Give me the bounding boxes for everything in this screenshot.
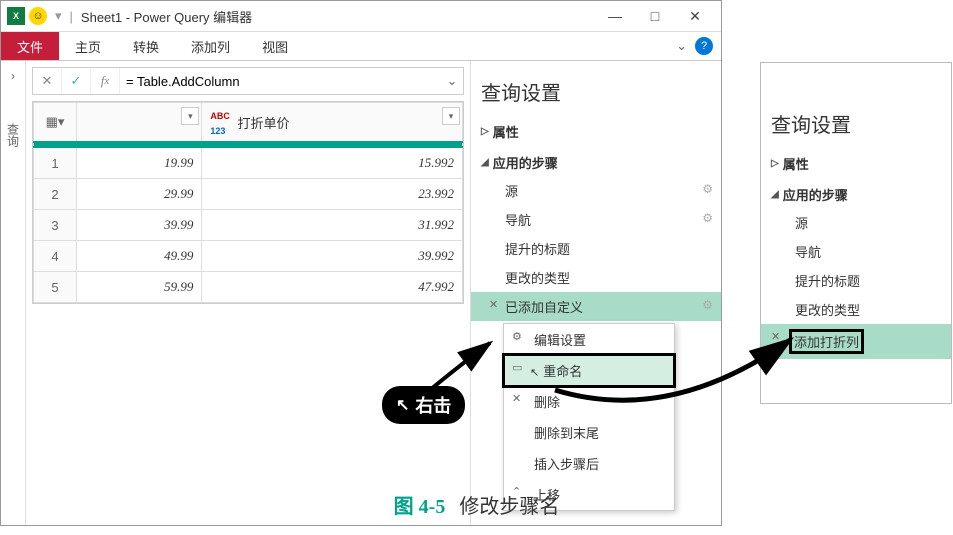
gear-icon: ⚙ bbox=[512, 330, 522, 343]
ribbon-tabs: 文件 主页 转换 添加列 视图 ⌄ ? bbox=[1, 32, 721, 61]
tab-file[interactable]: 文件 bbox=[1, 32, 59, 60]
properties-section[interactable]: ▷属性 bbox=[761, 150, 951, 177]
power-query-window: X ☺ ▾ | Sheet1 - Power Query 编辑器 ― □ ✕ 文… bbox=[0, 0, 722, 526]
table-corner[interactable]: ▦▾ bbox=[34, 103, 77, 143]
excel-icon: X bbox=[7, 7, 25, 25]
step-item[interactable]: 更改的类型 bbox=[471, 263, 721, 292]
queries-label: 查询 bbox=[5, 123, 22, 147]
queries-pane-collapsed[interactable]: › 查询 bbox=[1, 61, 26, 525]
triangle-right-icon: ▷ bbox=[481, 126, 489, 137]
figure-caption: 图 4-5修改步骤名 bbox=[0, 490, 953, 519]
tab-view[interactable]: 视图 bbox=[246, 32, 304, 60]
column-name: 打折单价 bbox=[238, 113, 290, 132]
window-title: Sheet1 - Power Query 编辑器 bbox=[81, 7, 595, 26]
ctx-edit-settings[interactable]: ⚙编辑设置 bbox=[504, 324, 674, 355]
tab-transform[interactable]: 转换 bbox=[117, 32, 175, 60]
data-grid[interactable]: ▦▾ ▾ ABC123 打折单价 ▾ 119.9915.992 bbox=[32, 101, 464, 304]
properties-section[interactable]: ▷属性 bbox=[471, 118, 721, 145]
ctx-rename[interactable]: ▭↖重命名 bbox=[504, 355, 674, 386]
triangle-down-icon: ◢ bbox=[771, 189, 779, 200]
table-row[interactable]: 449.9939.992 bbox=[34, 241, 463, 272]
accept-formula-button[interactable]: ✓ bbox=[62, 68, 91, 94]
query-settings-title: 查询设置 bbox=[481, 77, 711, 106]
close-icon: ✕ bbox=[512, 392, 521, 405]
column-header-2[interactable]: ABC123 打折单价 ▾ bbox=[202, 103, 463, 143]
title-bar: X ☺ ▾ | Sheet1 - Power Query 编辑器 ― □ ✕ bbox=[1, 1, 721, 32]
tab-addcolumn[interactable]: 添加列 bbox=[175, 32, 246, 60]
chevron-right-icon[interactable]: › bbox=[11, 69, 15, 83]
applied-steps-section[interactable]: ◢应用的步骤 bbox=[761, 181, 951, 208]
fx-icon[interactable]: fx bbox=[91, 68, 120, 94]
ctx-delete-to-end[interactable]: 删除到末尾 bbox=[504, 417, 674, 448]
cancel-formula-button[interactable]: ✕ bbox=[33, 68, 62, 94]
filter-dropdown-icon[interactable]: ▾ bbox=[181, 107, 199, 125]
data-preview: ✕ ✓ fx ⌄ ▦▾ ▾ ABC123 打折单价 bbox=[26, 61, 471, 525]
step-item[interactable]: 导航 bbox=[761, 237, 951, 266]
ribbon-collapse-icon[interactable]: ⌄ bbox=[676, 38, 687, 54]
delete-step-icon[interactable]: ✕ bbox=[771, 330, 780, 343]
close-button[interactable]: ✕ bbox=[675, 1, 715, 31]
step-item-renamed[interactable]: ✕添加打折列 bbox=[761, 324, 951, 359]
gear-icon[interactable]: ⚙ bbox=[702, 182, 713, 196]
cursor-icon: ↖ bbox=[396, 395, 409, 415]
minimize-button[interactable]: ― bbox=[595, 1, 635, 31]
gear-icon[interactable]: ⚙ bbox=[702, 211, 713, 225]
step-item-selected[interactable]: ✕已添加自定义⚙ bbox=[471, 292, 721, 321]
smiley-icon: ☺ bbox=[29, 7, 47, 25]
tab-home[interactable]: 主页 bbox=[59, 32, 117, 60]
query-settings-pane-result: 查询设置 ▷属性 ◢应用的步骤 源 导航 提升的标题 更改的类型 ✕添加打折列 bbox=[760, 62, 952, 404]
table-row[interactable]: 559.9947.992 bbox=[34, 272, 463, 303]
ctx-insert-after[interactable]: 插入步骤后 bbox=[504, 448, 674, 479]
table-row[interactable]: 229.9923.992 bbox=[34, 179, 463, 210]
step-item[interactable]: 更改的类型 bbox=[761, 295, 951, 324]
column-header-1[interactable]: ▾ bbox=[77, 103, 202, 143]
triangle-down-icon: ◢ bbox=[481, 157, 489, 168]
applied-steps-list: 源 导航 提升的标题 更改的类型 ✕添加打折列 bbox=[761, 208, 951, 359]
step-item[interactable]: 提升的标题 bbox=[761, 266, 951, 295]
context-menu: ⚙编辑设置 ▭↖重命名 ✕删除 删除到末尾 插入步骤后 ⌃上移 bbox=[503, 323, 675, 511]
query-settings-pane: 查询设置 ▷属性 ◢应用的步骤 源⚙ 导航⚙ 提升的标题 更改的类型 ✕已添加自… bbox=[471, 61, 721, 525]
applied-steps-list: 源⚙ 导航⚙ 提升的标题 更改的类型 ✕已添加自定义⚙ bbox=[471, 176, 721, 321]
annotation-rightclick: ↖ 右击 bbox=[382, 386, 465, 424]
step-item[interactable]: 导航⚙ bbox=[471, 205, 721, 234]
filter-dropdown-icon[interactable]: ▾ bbox=[442, 107, 460, 125]
step-item[interactable]: 源⚙ bbox=[471, 176, 721, 205]
applied-steps-section[interactable]: ◢应用的步骤 bbox=[471, 149, 721, 176]
gear-icon[interactable]: ⚙ bbox=[702, 298, 713, 312]
step-item[interactable]: 提升的标题 bbox=[471, 234, 721, 263]
maximize-button[interactable]: □ bbox=[635, 1, 675, 31]
ctx-delete[interactable]: ✕删除 bbox=[504, 386, 674, 417]
delete-step-icon[interactable]: ✕ bbox=[489, 298, 498, 311]
formula-bar: ✕ ✓ fx ⌄ bbox=[32, 67, 464, 95]
table-row[interactable]: 119.9915.992 bbox=[34, 147, 463, 179]
help-button[interactable]: ? bbox=[695, 37, 713, 55]
formula-input[interactable] bbox=[120, 70, 441, 93]
triangle-right-icon: ▷ bbox=[771, 158, 779, 169]
formula-dropdown-icon[interactable]: ⌄ bbox=[441, 73, 463, 89]
query-settings-title: 查询设置 bbox=[771, 109, 941, 138]
rename-icon: ▭ bbox=[512, 361, 522, 374]
step-item[interactable]: 源 bbox=[761, 208, 951, 237]
table-row[interactable]: 339.9931.992 bbox=[34, 210, 463, 241]
cursor-icon: ↖ bbox=[530, 367, 539, 379]
dropdown-icon[interactable]: ▾ bbox=[55, 8, 62, 24]
